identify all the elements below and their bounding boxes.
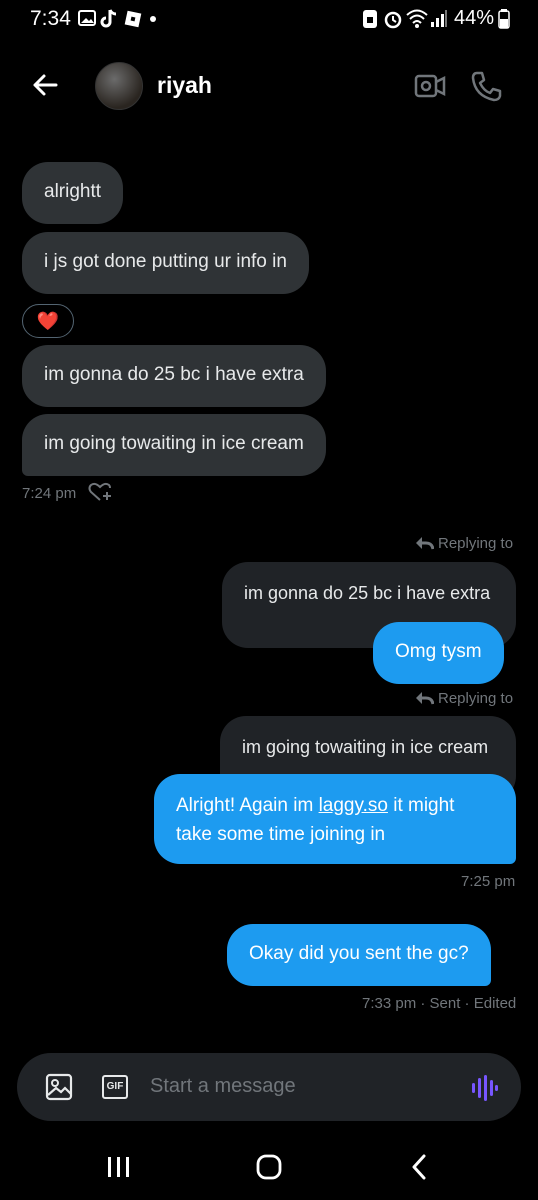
notification-dot-icon xyxy=(150,16,156,22)
lock-status-icon xyxy=(362,9,378,34)
contact-name[interactable]: riyah xyxy=(157,72,212,99)
gallery-icon xyxy=(78,10,96,31)
message-text: take some time joining in xyxy=(176,824,386,845)
reply-arrow-icon xyxy=(414,690,435,711)
outgoing-message[interactable]: Alright! Again im laggy.so it might take… xyxy=(154,774,516,864)
incoming-message[interactable]: i js got done putting ur info in xyxy=(22,232,309,294)
replying-to-label: Replying to xyxy=(438,535,514,552)
voice-message-icon[interactable] xyxy=(470,1074,498,1107)
message-timestamp: 7:25 pm xyxy=(461,873,516,890)
heart-reaction[interactable]: ❤️ xyxy=(22,304,74,338)
avatar[interactable] xyxy=(95,62,143,110)
tiktok-icon xyxy=(100,8,118,33)
status-bar: 7:34 44% xyxy=(0,0,538,38)
gif-button[interactable]: GIF xyxy=(102,1075,128,1099)
add-reaction-icon[interactable] xyxy=(88,481,114,508)
outgoing-message[interactable]: Omg tysm xyxy=(373,622,504,684)
message-input[interactable]: Start a message xyxy=(150,1075,296,1098)
image-icon[interactable] xyxy=(45,1073,73,1106)
incoming-message[interactable]: im gonna do 25 bc i have extra xyxy=(22,345,326,407)
status-time: 7:34 xyxy=(30,7,71,30)
signal-icon xyxy=(430,8,448,33)
message-text: it might xyxy=(387,795,455,816)
replying-to-label: Replying to xyxy=(438,690,514,707)
recent-apps-icon[interactable] xyxy=(106,1155,132,1184)
battery-icon xyxy=(498,9,510,34)
message-link[interactable]: laggy.so xyxy=(319,795,388,816)
alarm-icon xyxy=(383,9,403,34)
wifi-icon xyxy=(406,8,428,33)
conversation-header xyxy=(0,55,538,120)
phone-call-icon[interactable] xyxy=(470,70,502,107)
message-timestamp: 7:24 pm xyxy=(22,485,77,502)
outgoing-message[interactable]: Okay did you sent the gc? xyxy=(227,924,491,986)
incoming-message[interactable]: im going towaiting in ice cream xyxy=(22,414,326,476)
battery-percent: 44% xyxy=(453,7,494,29)
video-call-icon[interactable] xyxy=(414,71,446,106)
message-text: Alright! Again im xyxy=(176,795,319,816)
roblox-icon xyxy=(124,10,142,33)
incoming-message[interactable]: alrightt xyxy=(22,162,124,224)
back-arrow-icon[interactable] xyxy=(30,70,60,105)
message-status: 7:33 pm · Sent · Edited xyxy=(362,995,517,1012)
home-icon[interactable] xyxy=(256,1154,282,1185)
reply-arrow-icon xyxy=(414,535,435,556)
back-nav-icon[interactable] xyxy=(410,1154,430,1185)
